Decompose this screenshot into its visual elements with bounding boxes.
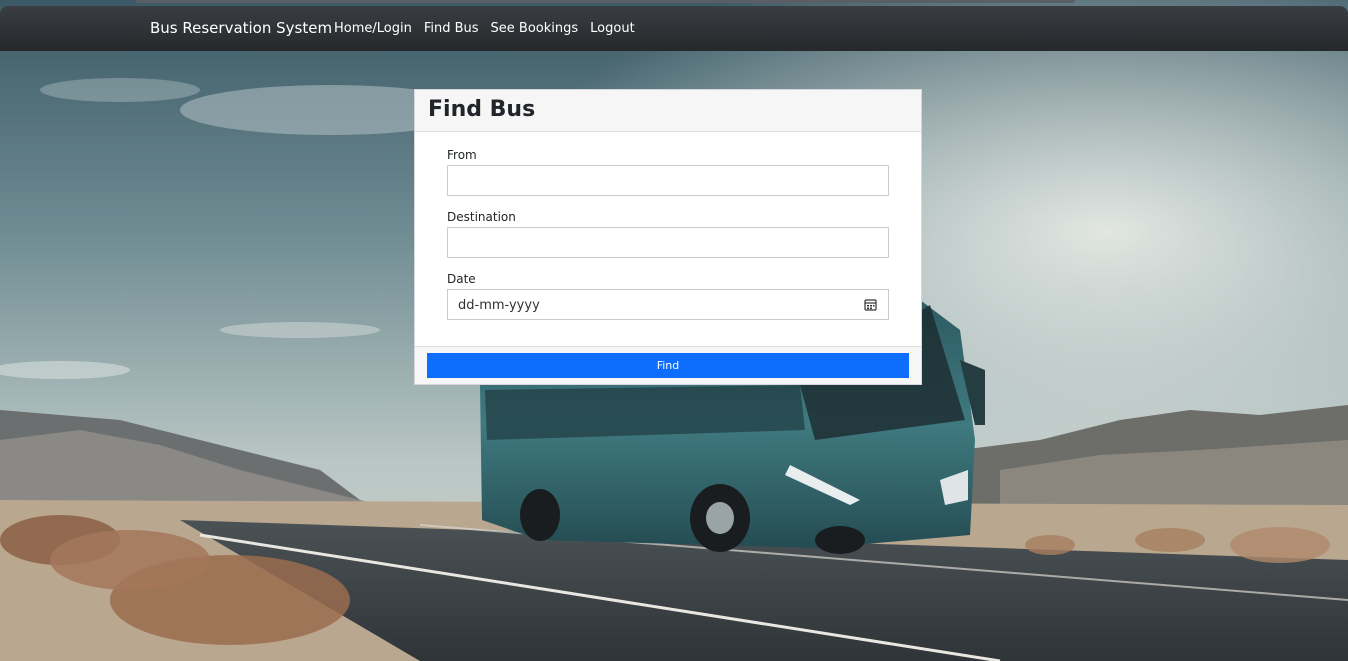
window-top-edge [135,0,1075,3]
nav-link-find-bus[interactable]: Find Bus [424,21,479,36]
destination-label: Destination [447,210,516,224]
navbar-brand[interactable]: Bus Reservation System [150,19,332,37]
card-header: Find Bus [415,90,921,132]
nav-links: Home/Login Find Bus See Bookings Logout [334,21,635,36]
date-field-group: Date dd-mm-yyyy [447,272,889,320]
page: Bus Reservation System Home/Login Find B… [0,0,1348,661]
nav-link-see-bookings[interactable]: See Bookings [491,21,579,36]
card-title: Find Bus [428,97,536,122]
navbar: Bus Reservation System Home/Login Find B… [0,6,1348,51]
find-button[interactable]: Find [427,353,909,378]
from-input[interactable] [447,165,889,196]
destination-input[interactable] [447,227,889,258]
from-label: From [447,148,477,162]
find-bus-card: Find Bus From Destination Date dd-mm-yyy… [414,89,922,385]
nav-link-logout[interactable]: Logout [590,21,635,36]
from-field-group: From [447,148,889,196]
card-footer: Find [415,346,921,384]
date-placeholder: dd-mm-yyyy [458,298,540,313]
calendar-icon[interactable] [864,298,877,311]
card-body: From Destination Date dd-mm-yyyy [415,132,921,347]
date-label: Date [447,272,476,286]
nav-link-home-login[interactable]: Home/Login [334,21,412,36]
date-input[interactable]: dd-mm-yyyy [447,289,889,320]
destination-field-group: Destination [447,210,889,258]
